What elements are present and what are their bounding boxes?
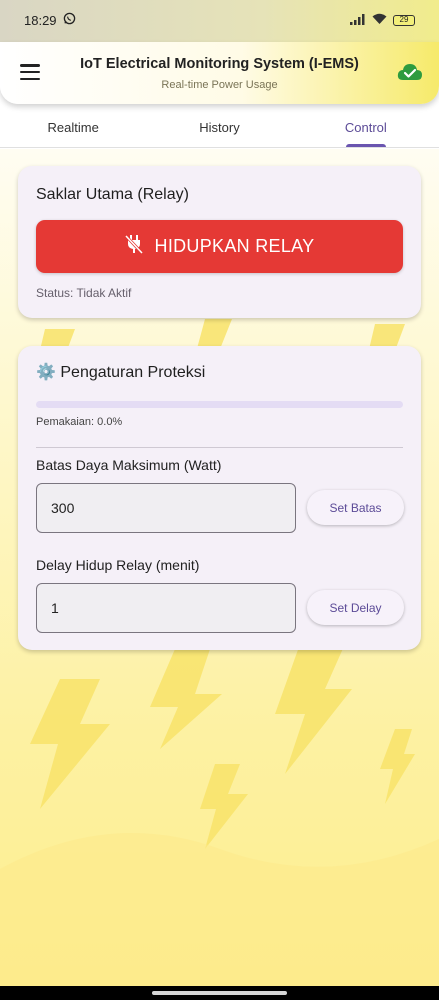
gear-icon: ⚙️ [36, 364, 56, 381]
divider [36, 447, 403, 448]
whatsapp-icon [63, 12, 76, 28]
relay-card: Saklar Utama (Relay) HIDUPKAN RELAY Stat… [18, 166, 421, 318]
menu-icon[interactable] [18, 62, 42, 82]
relay-card-title: Saklar Utama (Relay) [36, 186, 189, 203]
protection-card: ⚙️ Pengaturan Proteksi Pemakaian: 0.0% B… [18, 346, 421, 650]
app-title: IoT Electrical Monitoring System (I-EMS) [80, 56, 359, 72]
power-off-icon [124, 234, 143, 259]
app-subtitle: Real-time Power Usage [161, 79, 278, 91]
signal-icon [350, 13, 366, 28]
relay-button-label: HIDUPKAN RELAY [154, 236, 315, 256]
home-gesture-handle[interactable] [152, 991, 287, 995]
protection-card-title: ⚙️ Pengaturan Proteksi [36, 362, 205, 382]
usage-progress-bar [36, 401, 403, 408]
status-time: 18:29 [24, 12, 57, 28]
power-limit-label: Batas Daya Maksimum (Watt) [36, 457, 222, 473]
battery-level: 29 [399, 15, 409, 24]
tab-realtime[interactable]: Realtime [0, 104, 146, 147]
tab-history[interactable]: History [146, 104, 292, 147]
relay-delay-label: Delay Hidup Relay (menit) [36, 557, 200, 573]
system-nav-bar [0, 986, 439, 1000]
wifi-icon [372, 13, 387, 28]
cloud-done-icon [397, 62, 423, 87]
relay-toggle-button[interactable]: HIDUPKAN RELAY [36, 220, 403, 273]
status-bar: 18:29 29 [0, 0, 439, 46]
set-delay-button[interactable]: Set Delay [307, 590, 404, 625]
battery-icon: 29 [393, 14, 415, 26]
relay-delay-input[interactable] [36, 583, 296, 633]
tab-bar: Realtime History Control [0, 104, 439, 148]
relay-status: Status: Tidak Aktif [36, 286, 132, 300]
tab-control[interactable]: Control [293, 104, 439, 147]
usage-text: Pemakaian: 0.0% [36, 416, 123, 428]
set-limit-button[interactable]: Set Batas [307, 490, 404, 525]
app-bar: IoT Electrical Monitoring System (I-EMS)… [0, 42, 439, 104]
power-limit-input[interactable] [36, 483, 296, 533]
protection-title-text: Pengaturan Proteksi [60, 364, 206, 381]
